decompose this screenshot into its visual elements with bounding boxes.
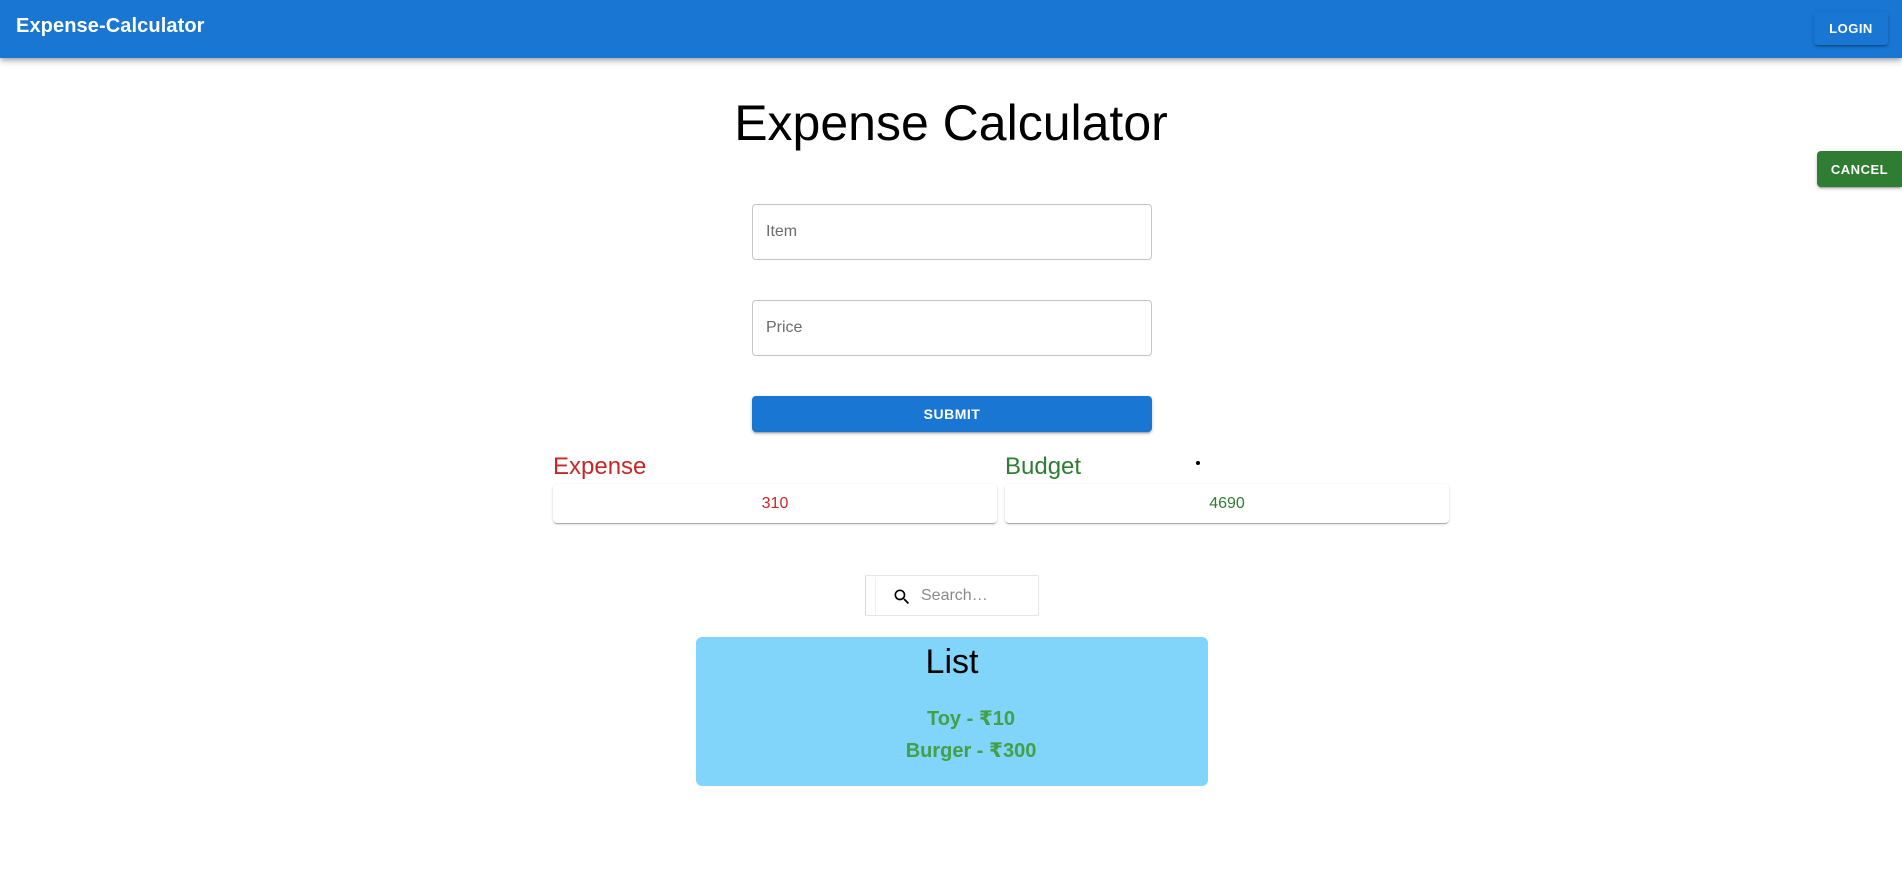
item-field[interactable] [752, 204, 1152, 260]
app-bar: Expense-Calculator LOGIN [0, 0, 1902, 58]
dot-marker [1196, 461, 1200, 465]
cancel-button[interactable]: CANCEL [1817, 151, 1902, 187]
submit-button[interactable]: SUBMIT [752, 396, 1152, 432]
login-button[interactable]: LOGIN [1814, 12, 1888, 45]
list-title: List [925, 643, 979, 681]
expense-list-card: List Toy - ₹10 Burger - ₹300 [696, 637, 1208, 786]
app-title: Expense-Calculator [16, 15, 205, 37]
expense-value: 310 [553, 484, 997, 523]
search-icon [894, 589, 910, 605]
list-item: Burger - ₹300 [905, 740, 1037, 762]
expense-label: Expense [553, 453, 647, 480]
item-input[interactable] [753, 205, 1151, 259]
expense-list: Toy - ₹10 Burger - ₹300 [696, 703, 1208, 767]
search-box[interactable] [865, 575, 1039, 616]
price-field[interactable] [752, 300, 1152, 356]
budget-label: Budget [1005, 453, 1082, 480]
budget-value: 4690 [1005, 484, 1449, 523]
search-input[interactable] [921, 576, 1031, 615]
page-title: Expense Calculator [734, 95, 1168, 151]
list-item: Toy - ₹10 [926, 708, 1015, 730]
price-input[interactable] [753, 301, 1151, 355]
